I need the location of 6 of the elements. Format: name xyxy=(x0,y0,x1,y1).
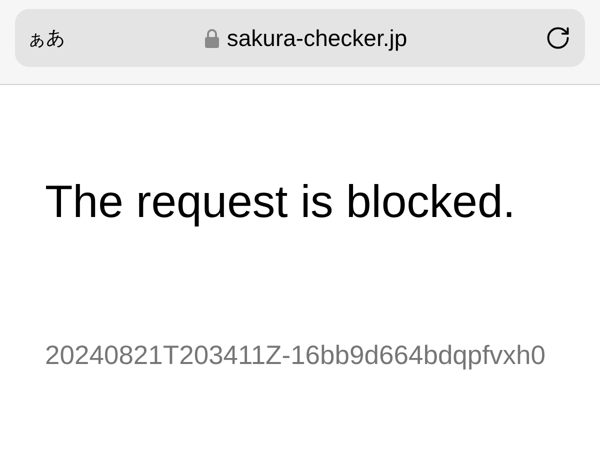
request-id: 20240821T203411Z-16bb9d664bdqpfvxh0 xyxy=(45,342,546,368)
url-text[interactable]: sakura-checker.jp xyxy=(226,20,408,56)
text-size-button[interactable]: ぁあ xyxy=(27,24,87,52)
reload-icon[interactable] xyxy=(545,25,571,51)
page-heading: The request is blocked. xyxy=(45,179,516,224)
address-bar[interactable]: ぁあ sakura-checker.jp xyxy=(15,9,585,67)
